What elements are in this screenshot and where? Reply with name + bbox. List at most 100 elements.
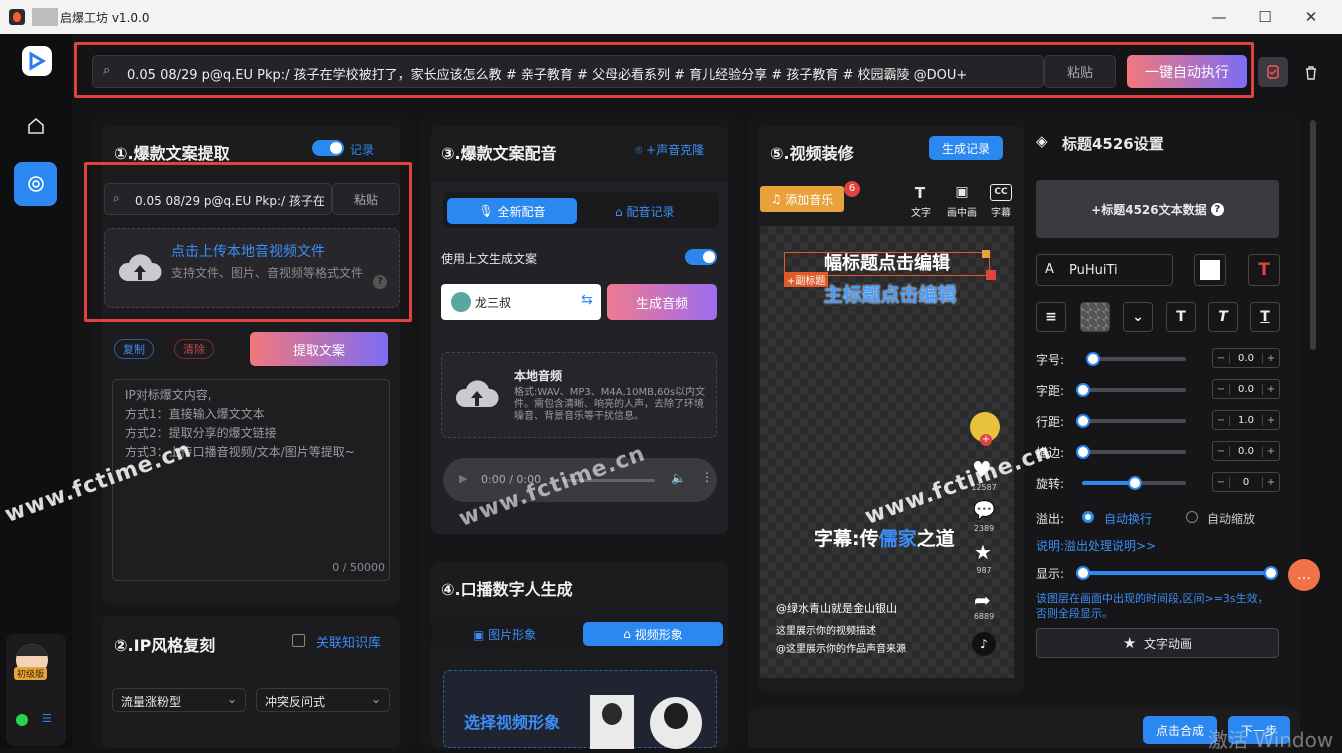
tiktok-icon[interactable]: ♪ — [972, 632, 996, 656]
overflow-help-link[interactable]: 说明:溢出处理说明>> — [1036, 537, 1156, 554]
rotate-stepper[interactable]: −0 + — [1212, 472, 1280, 492]
tab-new-dubbing[interactable]: 🎙 全新配音 — [447, 198, 577, 224]
line-height-stepper[interactable]: −1.0 + — [1212, 410, 1280, 430]
auto-run-button[interactable]: 一键自动执行 — [1127, 55, 1247, 88]
size-slider-knob[interactable] — [1086, 352, 1100, 366]
spacing-slider-knob[interactable] — [1076, 383, 1090, 397]
resize-handle[interactable] — [986, 270, 996, 280]
kb-checkbox[interactable] — [292, 634, 305, 647]
extract-textarea[interactable]: IP对标爆文内容, 方式1：直接输入爆文文本 方式2：提取分享的爆文链接 方式3… — [112, 379, 390, 581]
extract-link-input[interactable]: ⌕ 0.05 08/29 p@q.EU Pkp:/ 孩子在 — [104, 183, 332, 215]
auto-wrap-radio[interactable] — [1082, 511, 1094, 523]
auto-scale-label[interactable]: 自动缩放 — [1207, 510, 1255, 527]
trash-icon[interactable] — [1298, 60, 1324, 86]
stroke-slider[interactable] — [1076, 445, 1186, 459]
tab-dubbing-record[interactable]: ⌂ 配音记录 — [615, 203, 674, 220]
plus-icon[interactable]: + — [1263, 353, 1279, 364]
upload-area[interactable]: 点击上传本地音视频文件 支持文件、图片、音视频等格式文件 ? — [104, 228, 400, 308]
maximize-button[interactable]: ☐ — [1242, 0, 1288, 34]
display-start-knob[interactable] — [1076, 566, 1090, 580]
text-tool-icon[interactable]: T — [908, 184, 932, 202]
align-icon[interactable]: ≡ — [1036, 302, 1066, 332]
copy-button[interactable]: 复制 — [114, 339, 154, 359]
font-color-picker[interactable] — [1194, 254, 1226, 286]
menu-icon[interactable]: ☰ — [42, 712, 52, 725]
video-preview[interactable]: 幅标题点击编辑 +副标题 主标题点击编辑 + ♥ 12587 💬 2389 ★ … — [760, 226, 1014, 678]
help-icon[interactable]: ? — [373, 275, 387, 289]
dropdown-icon[interactable]: ⌄ — [1123, 302, 1153, 332]
size-slider[interactable] — [1086, 352, 1186, 366]
auto-wrap-label[interactable]: 自动换行 — [1104, 510, 1152, 527]
minus-icon[interactable]: − — [1213, 353, 1229, 364]
home-icon[interactable] — [18, 108, 54, 144]
text-animation-button[interactable]: ★ 文字动画 — [1036, 628, 1279, 658]
add-music-button[interactable]: ♫ 添加音乐 — [760, 186, 844, 212]
play-icon[interactable]: ▶ — [459, 472, 467, 485]
help-icon[interactable]: ? — [1210, 202, 1224, 216]
size-value[interactable]: 0.0 — [1229, 352, 1263, 364]
top-paste-button[interactable]: 粘贴 — [1044, 55, 1116, 88]
record-toggle[interactable] — [312, 140, 344, 156]
spacing-slider[interactable] — [1076, 383, 1186, 397]
auto-scale-radio[interactable] — [1186, 511, 1198, 523]
plus-icon[interactable]: + — [1263, 384, 1279, 395]
rotate-slider-knob[interactable] — [1128, 476, 1142, 490]
size-stepper[interactable]: −0.0 + — [1212, 348, 1280, 368]
avatar-thumb-1[interactable] — [590, 695, 634, 749]
display-end-knob[interactable] — [1264, 566, 1278, 580]
close-button[interactable]: ✕ — [1288, 0, 1334, 34]
underline-icon[interactable]: T — [1250, 302, 1280, 332]
clipboard-icon[interactable] — [1258, 57, 1288, 87]
minus-icon[interactable]: − — [1213, 446, 1229, 457]
line-height-slider-knob[interactable] — [1076, 414, 1090, 428]
preview-caption[interactable]: 字幕:传儒家之道 — [814, 524, 955, 551]
voice-clone-link[interactable]: ⌾ +声音克隆 — [635, 141, 704, 158]
avatar-thumb-2[interactable] — [650, 697, 702, 749]
volume-icon[interactable]: 🔈 — [671, 471, 686, 485]
synthesize-button[interactable]: 点击合成 — [1143, 716, 1217, 744]
top-link-input[interactable]: ⌕ 0.05 08/29 p@q.EU Pkp:/ 孩子在学校被打了，家长应该怎… — [92, 55, 1044, 88]
spacing-value[interactable]: 0.0 — [1229, 383, 1263, 395]
more-icon[interactable]: ⋮ — [701, 470, 713, 484]
style-select-2[interactable]: 冲突反问式 ⌄ — [256, 688, 390, 712]
bold-icon[interactable]: T — [1166, 302, 1196, 332]
follow-plus-icon[interactable]: + — [980, 434, 992, 446]
line-height-slider[interactable] — [1076, 414, 1186, 428]
stroke-stepper[interactable]: −0.0 + — [1212, 441, 1280, 461]
swap-icon[interactable]: ⇆ — [581, 292, 593, 308]
record-link[interactable]: 记录 — [350, 141, 374, 158]
display-range-slider[interactable] — [1076, 566, 1278, 580]
font-select[interactable]: A PuHuiTi — [1036, 254, 1173, 286]
comment-icon[interactable]: 💬 — [973, 500, 995, 521]
local-audio-upload[interactable]: 本地音频 格式:WAV、MP3、M4A,10MB,60s以内文件。需包含清晰、响… — [441, 352, 717, 438]
background-icon[interactable] — [1080, 302, 1110, 332]
stroke-color-icon[interactable]: T — [1248, 254, 1280, 286]
minimize-button[interactable]: — — [1196, 0, 1242, 34]
extract-paste-button[interactable]: 粘贴 — [332, 183, 400, 215]
voice-select[interactable]: 龙三叔 ⇆ — [441, 284, 601, 320]
minus-icon[interactable]: − — [1213, 384, 1229, 395]
tab-image-avatar[interactable]: ▣ 图片形象 — [473, 626, 536, 643]
tab-video-avatar[interactable]: ⌂ 视频形象 — [583, 622, 723, 646]
add-text-data-button[interactable]: +标题4526文本数据 ? — [1036, 180, 1279, 238]
video-avatar-select[interactable]: 选择视频形象 — [443, 670, 717, 749]
stroke-value[interactable]: 0.0 — [1229, 445, 1263, 457]
spacing-stepper[interactable]: −0.0 + — [1212, 379, 1280, 399]
rotate-value[interactable]: 0 — [1229, 476, 1263, 488]
minus-icon[interactable]: − — [1213, 477, 1229, 488]
stroke-slider-knob[interactable] — [1076, 445, 1090, 459]
extract-button[interactable]: 提取文案 — [250, 332, 388, 366]
line-height-value[interactable]: 1.0 — [1229, 414, 1263, 426]
generate-history-button[interactable]: 生成记录 — [929, 136, 1003, 160]
rotate-slider[interactable] — [1082, 476, 1186, 490]
italic-icon[interactable]: T — [1208, 302, 1238, 332]
minus-icon[interactable]: − — [1213, 415, 1229, 426]
scrollbar-thumb[interactable] — [1310, 120, 1316, 350]
lock-icon[interactable] — [982, 250, 990, 258]
pip-tool-icon[interactable]: ▣ — [950, 184, 974, 200]
kb-label[interactable]: 关联知识库 — [316, 632, 381, 651]
plus-icon[interactable]: + — [1263, 477, 1279, 488]
preview-title-2[interactable]: 主标题点击编辑 — [800, 280, 980, 307]
chat-icon[interactable]: … — [1288, 559, 1320, 591]
clear-button[interactable]: 清除 — [174, 339, 214, 359]
